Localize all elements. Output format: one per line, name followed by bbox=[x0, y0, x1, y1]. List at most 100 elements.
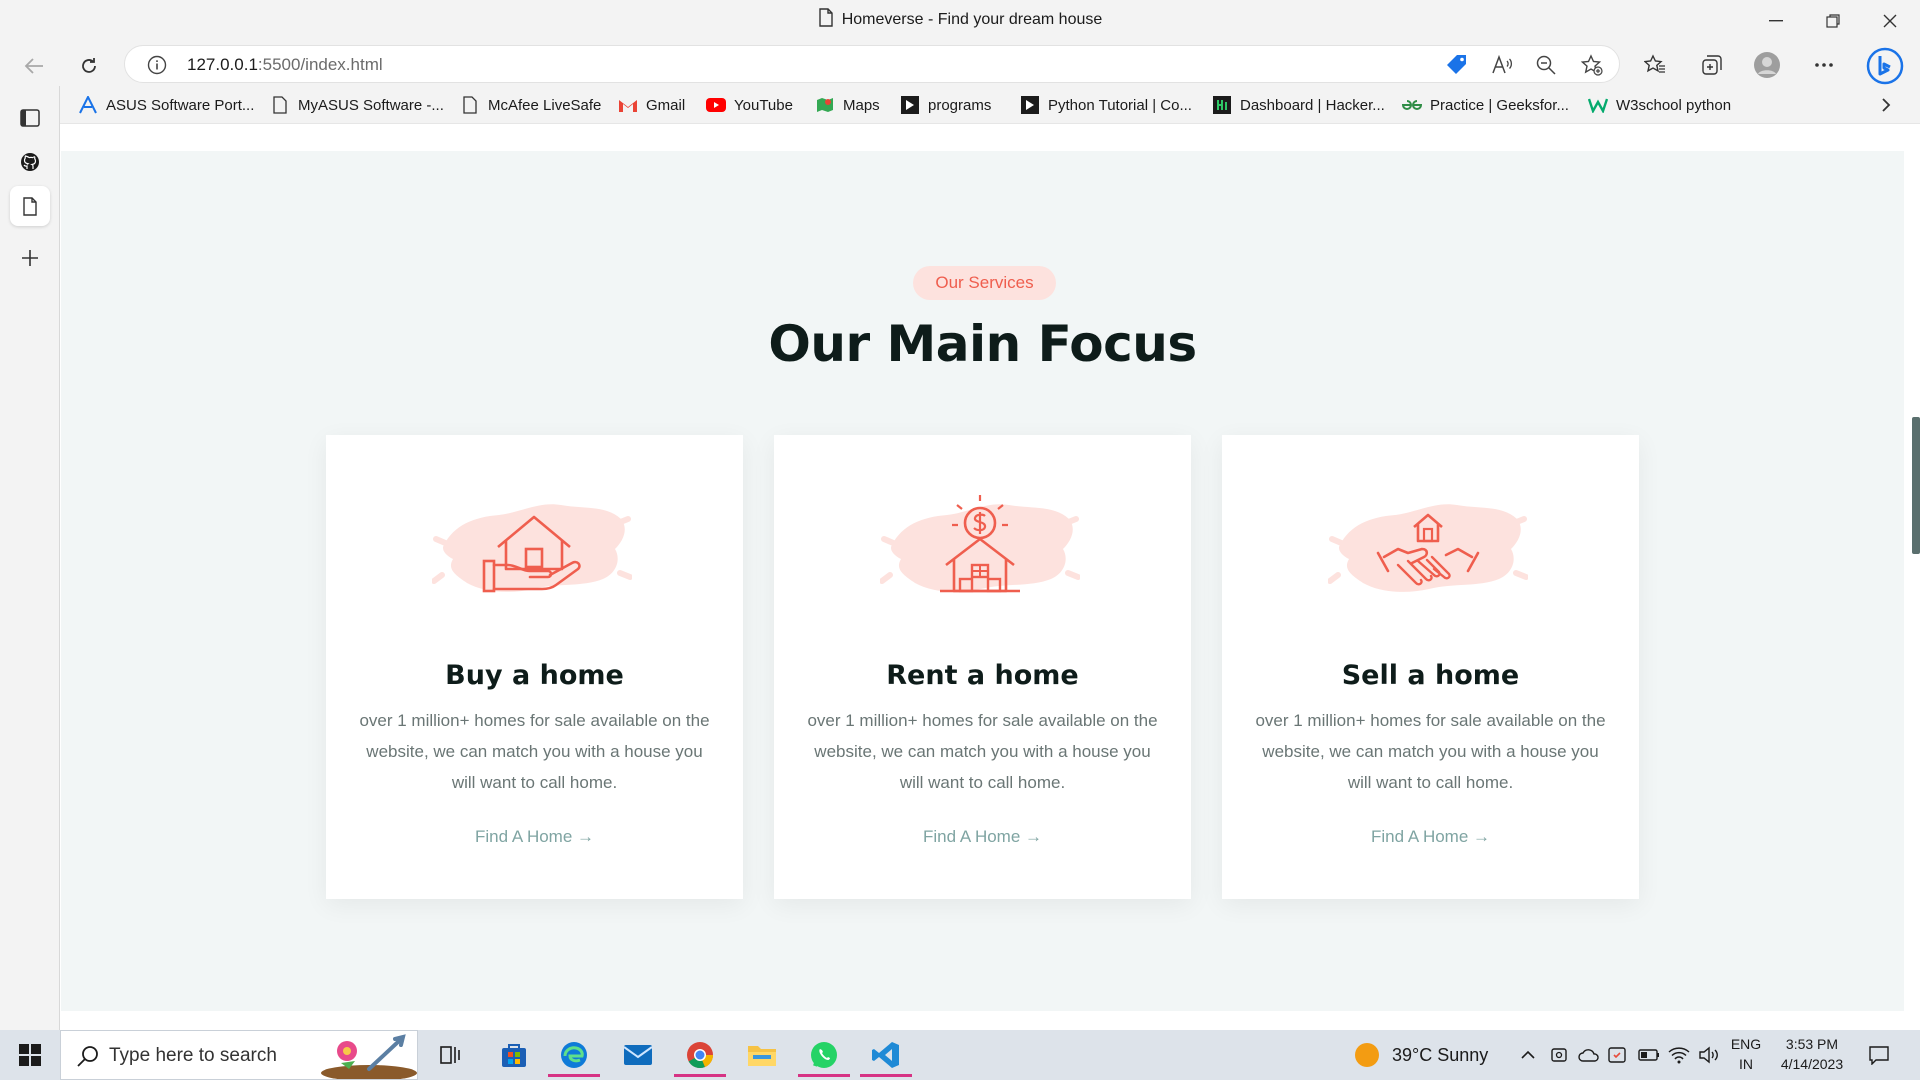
more-options-icon[interactable] bbox=[1809, 50, 1839, 80]
house-with-dollar-icon bbox=[879, 483, 1081, 613]
page-icon bbox=[270, 96, 290, 114]
active-indicator bbox=[798, 1074, 850, 1077]
weather-widget[interactable]: 39°C Sunny bbox=[1354, 1030, 1488, 1080]
arrow-right-icon: → bbox=[577, 827, 595, 846]
window-title-text: Homeverse - Find your dream house bbox=[841, 11, 1103, 28]
battery-icon[interactable] bbox=[1638, 1030, 1660, 1080]
clock[interactable]: 3:53 PM 4/14/2023 bbox=[1772, 1036, 1852, 1072]
favorite-python-tutorial[interactable]: Python Tutorial | Co... bbox=[1020, 94, 1192, 116]
restore-button[interactable] bbox=[1805, 0, 1861, 42]
active-indicator bbox=[860, 1074, 912, 1077]
search-highlight-art bbox=[319, 1033, 419, 1080]
minimize-button[interactable] bbox=[1748, 0, 1804, 42]
arrow-right-icon: → bbox=[1473, 827, 1491, 846]
w3schools-icon bbox=[1588, 96, 1608, 114]
microsoft-store-icon bbox=[502, 1044, 526, 1067]
arrow-right-icon: → bbox=[1025, 827, 1043, 846]
favorites-icon[interactable] bbox=[1640, 50, 1670, 80]
link-label: Find A Home bbox=[1370, 827, 1469, 846]
service-card-sell: Sell a home over 1 million+ homes for sa… bbox=[1222, 435, 1639, 899]
onedrive-icon[interactable] bbox=[1578, 1030, 1600, 1080]
vertical-tabs-sidebar bbox=[0, 86, 60, 1030]
favorite-myasus[interactable]: MyASUS Software -... bbox=[270, 94, 444, 116]
read-aloud-icon[interactable] bbox=[1490, 54, 1514, 76]
zoom-out-icon[interactable] bbox=[1534, 54, 1558, 76]
favorite-label: Practice | Geeksfor... bbox=[1430, 96, 1569, 114]
taskbar-whatsapp[interactable] bbox=[798, 1033, 850, 1077]
find-home-link[interactable]: Find A Home → bbox=[1222, 827, 1639, 847]
folder-icon bbox=[748, 1046, 776, 1066]
favorite-label: ASUS Software Port... bbox=[106, 96, 255, 114]
new-tab-button[interactable] bbox=[10, 238, 50, 278]
favorite-programs[interactable]: programs bbox=[900, 94, 991, 116]
favorite-youtube[interactable]: YouTube bbox=[706, 94, 793, 116]
card-title: Sell a home bbox=[1341, 660, 1520, 691]
profile-avatar[interactable] bbox=[1752, 50, 1782, 80]
address-bar[interactable]: 127.0.0.1:5500/index.html bbox=[124, 45, 1620, 83]
title-bar: Homeverse - Find your dream house bbox=[0, 0, 1920, 42]
language-code: ENG bbox=[1730, 1036, 1762, 1052]
handshake-house-icon bbox=[1327, 483, 1529, 613]
taskbar-microsoft-store[interactable] bbox=[488, 1033, 540, 1077]
security-icon[interactable] bbox=[1608, 1030, 1628, 1080]
favorite-label: Maps bbox=[843, 96, 880, 114]
favorite-label: W3school python bbox=[1616, 96, 1732, 114]
taskbar-file-explorer[interactable] bbox=[736, 1033, 788, 1077]
back-button[interactable] bbox=[16, 48, 52, 84]
tab-actions-icon bbox=[20, 109, 40, 127]
card-title: Buy a home bbox=[445, 660, 624, 691]
tab-github[interactable] bbox=[10, 142, 50, 182]
favorite-mcafee[interactable]: McAfee LiveSafe bbox=[460, 94, 601, 116]
tab-homeverse[interactable] bbox=[10, 186, 50, 226]
favorite-geeksforgeeks[interactable]: Practice | Geeksfor... bbox=[1402, 94, 1569, 116]
programs-icon bbox=[900, 96, 920, 114]
taskbar-edge[interactable] bbox=[548, 1033, 600, 1077]
youtube-icon bbox=[706, 96, 726, 114]
meet-now-icon[interactable] bbox=[1550, 1030, 1568, 1080]
url-host: 127.0.0.1 bbox=[187, 55, 258, 74]
language-indicator[interactable]: ENG IN bbox=[1726, 1036, 1766, 1072]
vscode-icon bbox=[872, 1042, 899, 1068]
clock-time: 3:53 PM bbox=[1785, 1036, 1839, 1052]
favorite-asus[interactable]: ASUS Software Port... bbox=[78, 94, 254, 116]
notification-center-button[interactable] bbox=[1868, 1030, 1890, 1080]
window-title: Homeverse - Find your dream house bbox=[0, 8, 1920, 32]
tab-actions-button[interactable] bbox=[10, 98, 50, 138]
taskbar-vscode[interactable] bbox=[860, 1033, 912, 1077]
favorite-label: Gmail bbox=[646, 96, 686, 114]
task-view-icon bbox=[440, 1046, 460, 1064]
favorite-gmail[interactable]: Gmail bbox=[618, 94, 685, 116]
add-favorite-icon[interactable] bbox=[1580, 54, 1604, 76]
card-description: over 1 million+ homes for sale available… bbox=[1255, 711, 1606, 792]
page-scrollbar-thumb[interactable] bbox=[1912, 417, 1920, 554]
task-view-button[interactable] bbox=[424, 1033, 476, 1077]
find-home-link[interactable]: Find A Home → bbox=[326, 827, 743, 847]
site-info-icon[interactable] bbox=[147, 55, 167, 80]
shopping-tag-icon[interactable] bbox=[1445, 54, 1469, 76]
favorites-bar: ASUS Software Port... MyASUS Software -.… bbox=[0, 86, 1920, 124]
favorite-w3schools[interactable]: W3school python bbox=[1588, 94, 1731, 116]
taskbar-chrome[interactable] bbox=[674, 1033, 726, 1077]
taskbar-search-box[interactable]: Type here to search bbox=[60, 1030, 418, 1080]
gmail-icon bbox=[618, 96, 638, 114]
wifi-icon[interactable] bbox=[1668, 1030, 1690, 1080]
link-label: Find A Home bbox=[474, 827, 573, 846]
favorite-maps[interactable]: Maps bbox=[815, 94, 880, 116]
favorite-hackerrank[interactable]: Dashboard | Hacker... bbox=[1212, 94, 1385, 116]
bing-copilot-icon[interactable] bbox=[1865, 46, 1905, 86]
close-button[interactable] bbox=[1862, 0, 1918, 42]
volume-icon[interactable] bbox=[1698, 1030, 1720, 1080]
show-hidden-icons-button[interactable] bbox=[1520, 1030, 1536, 1080]
refresh-button[interactable] bbox=[71, 48, 107, 84]
find-home-link[interactable]: Find A Home → bbox=[774, 827, 1191, 847]
chevron-up-icon bbox=[1521, 1050, 1535, 1059]
start-button[interactable] bbox=[10, 1040, 50, 1070]
url-text[interactable]: 127.0.0.1:5500/index.html bbox=[187, 55, 383, 75]
house-in-hand-icon bbox=[431, 483, 633, 613]
collections-icon[interactable] bbox=[1697, 50, 1727, 80]
maps-icon bbox=[815, 96, 835, 114]
favorites-overflow-button[interactable] bbox=[1880, 94, 1892, 116]
favorite-label: programs bbox=[928, 96, 992, 114]
taskbar-mail[interactable] bbox=[612, 1033, 664, 1077]
address-bar-row: 127.0.0.1:5500/index.html bbox=[0, 42, 1920, 86]
